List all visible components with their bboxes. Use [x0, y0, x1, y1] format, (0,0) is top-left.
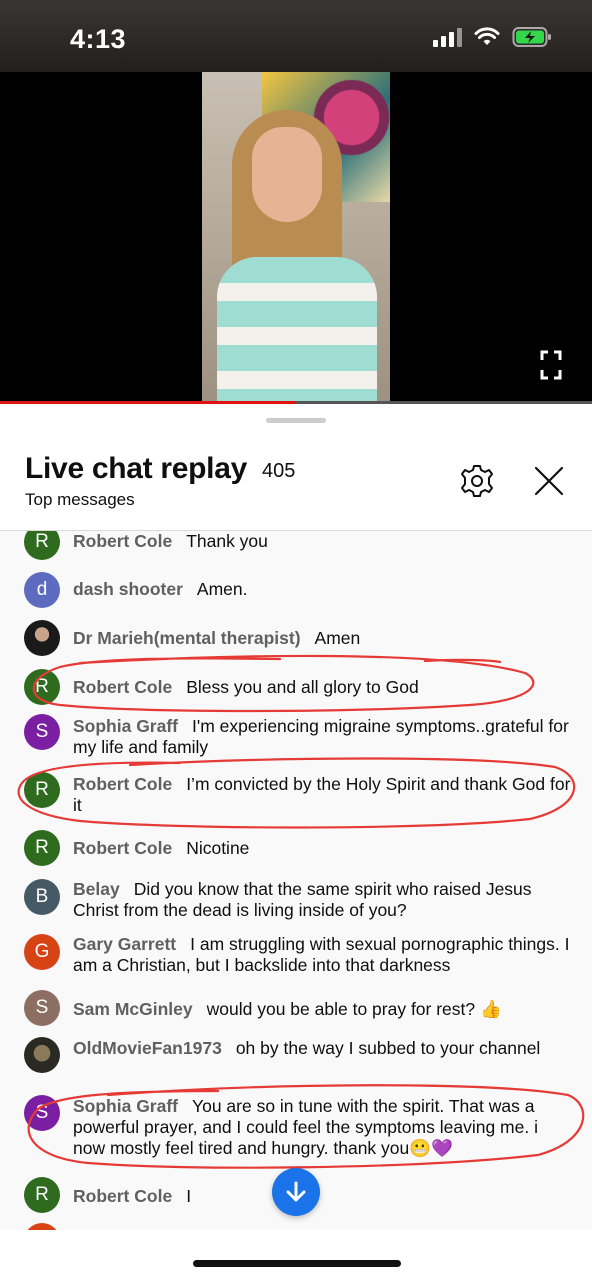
avatar[interactable]: S: [24, 990, 60, 1026]
chat-text: would you be able to pray for rest? 👍: [206, 999, 502, 1019]
avatar[interactable]: [24, 1037, 60, 1073]
chat-author[interactable]: dash shooter: [73, 579, 183, 599]
battery-charging-icon: [512, 27, 551, 47]
chat-author[interactable]: OldMovieFan1973: [73, 1038, 222, 1058]
avatar[interactable]: [24, 620, 60, 656]
avatar[interactable]: G: [24, 934, 60, 970]
chat-author[interactable]: Gary Garrett: [73, 934, 176, 954]
gear-icon[interactable]: [458, 462, 496, 500]
person-top: [217, 257, 377, 402]
avatar[interactable]: B: [24, 879, 60, 915]
status-icons: [433, 26, 552, 48]
red-annotation-loop: [17, 757, 576, 829]
chat-text: Nicotine: [186, 838, 250, 858]
chat-author[interactable]: Sam McGinley: [73, 999, 193, 1019]
avatar[interactable]: R: [24, 1177, 60, 1213]
drag-handle[interactable]: [266, 418, 326, 423]
scroll-to-bottom-button[interactable]: [272, 1168, 320, 1216]
wifi-icon: [474, 27, 500, 45]
chat-text: Amen.: [196, 579, 248, 599]
chat-text: Thank you: [186, 531, 268, 551]
chat-author[interactable]: Dr Marieh(mental therapist): [73, 628, 301, 648]
avatar[interactable]: R: [24, 830, 60, 866]
chat-author[interactable]: Robert Cole: [73, 531, 172, 551]
chat-author[interactable]: Sophia Graff: [73, 716, 178, 736]
live-chat-sheet: Live chat replay 405 Top messages R Robe…: [0, 404, 592, 1280]
fullscreen-icon[interactable]: [540, 350, 562, 380]
avatar[interactable]: d: [24, 572, 60, 608]
chat-title: Live chat replay: [25, 452, 247, 485]
video-frame: [202, 72, 390, 402]
red-annotation-loop: [27, 1084, 585, 1169]
chat-count: 405: [262, 460, 296, 482]
status-time: 4:13: [70, 24, 127, 54]
chat-author[interactable]: Robert Cole: [73, 838, 172, 858]
arrow-down-icon: [286, 1181, 306, 1202]
video-player[interactable]: [0, 72, 592, 402]
chat-message-list[interactable]: R Robert Cole Thank you d dash shooter Ame…: [0, 531, 592, 1231]
chat-text: I: [186, 1186, 192, 1206]
person-face: [252, 127, 322, 222]
avatar[interactable]: S: [24, 714, 60, 750]
chat-filter-label[interactable]: Top messages: [25, 490, 135, 510]
close-icon[interactable]: [530, 462, 568, 500]
signal-icon: [433, 27, 462, 47]
chat-text: Amen: [314, 628, 361, 648]
chat-text: oh by the way I subbed to your channel: [235, 1038, 541, 1058]
status-bar: 4:13: [0, 0, 592, 72]
chat-author[interactable]: Robert Cole: [73, 1186, 172, 1206]
home-indicator[interactable]: [193, 1260, 401, 1267]
bottom-bar: [0, 1230, 592, 1280]
chat-author[interactable]: Belay: [73, 879, 120, 899]
chat-text: Did you know that the same spirit who ra…: [73, 879, 532, 920]
red-annotation-loop: [32, 654, 535, 713]
avatar[interactable]: R: [24, 531, 60, 560]
